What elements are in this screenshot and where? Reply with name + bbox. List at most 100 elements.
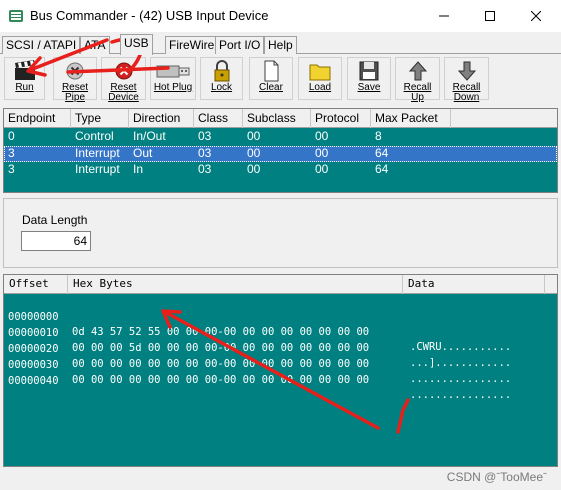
cell-class: 03	[198, 129, 212, 143]
table-row[interactable]: 0 Control In/Out 03 00 00 8	[4, 129, 557, 145]
cell-max-packet: 64	[375, 146, 389, 160]
recall-up-label: Recall Up	[403, 82, 432, 103]
cell-class: 03	[198, 162, 212, 176]
window-title: Bus Commander - (42) USB Input Device	[30, 8, 269, 23]
reset-device-icon	[115, 62, 132, 80]
col-data[interactable]: Data	[403, 275, 545, 294]
hex-ascii: ...]............	[410, 357, 512, 369]
minimize-button[interactable]	[421, 0, 467, 32]
hex-bytes: 00 00 00 00 00 00 00 00-00 00 00 00 00 0…	[72, 374, 370, 386]
cell-direction: Out	[133, 146, 153, 160]
save-label: Save	[357, 82, 381, 93]
tab-firewire[interactable]: FireWire	[165, 36, 219, 54]
cell-class: 03	[198, 146, 212, 160]
load-button[interactable]: Load	[298, 57, 342, 100]
col-subclass[interactable]: Subclass	[243, 109, 311, 128]
hex-dump-view[interactable]: Offset Hex Bytes Data 00000000 0d 43 57 …	[3, 274, 558, 467]
usb-plug-icon	[156, 65, 190, 78]
floppy-disk-icon	[359, 61, 379, 81]
hex-bytes: 0d 43 57 52 55 00 00 00-00 00 00 00 00 0…	[72, 326, 370, 338]
close-button[interactable]	[513, 0, 559, 32]
hex-ascii: ................	[410, 373, 512, 385]
table-row[interactable]: 3 Interrupt In 03 00 00 64	[4, 162, 557, 178]
cell-max-packet: 64	[375, 162, 389, 176]
load-label: Load	[308, 82, 332, 93]
col-protocol[interactable]: Protocol	[311, 109, 371, 128]
hot-plug-label: Hot Plug	[153, 82, 193, 93]
clear-button[interactable]: Clear	[249, 57, 293, 100]
reset-pipe-button[interactable]: Reset Pipe	[53, 57, 97, 103]
clear-label: Clear	[259, 82, 283, 93]
data-length-panel: Data Length 64	[3, 198, 558, 268]
hex-bytes: 00 00 00 00 00 00 00 00-00 00 00 00 00 0…	[72, 358, 370, 370]
cell-max-packet: 8	[375, 129, 382, 143]
status-bar: CSDN @ˉTooMeeˉ	[0, 468, 561, 490]
lock-label: Lock	[210, 82, 233, 93]
col-offset[interactable]: Offset	[4, 275, 68, 294]
col-class[interactable]: Class	[194, 109, 243, 128]
lock-button[interactable]: Lock	[200, 57, 243, 100]
recall-up-button[interactable]: Recall Up	[395, 57, 440, 103]
reset-pipe-label: Reset Pipe	[61, 82, 89, 103]
col-hex-bytes[interactable]: Hex Bytes	[68, 275, 403, 294]
cell-subclass: 00	[247, 146, 261, 160]
arrow-down-icon	[457, 61, 476, 81]
cell-subclass: 00	[247, 162, 261, 176]
blank-page-icon	[264, 60, 279, 82]
padlock-icon	[214, 60, 229, 82]
cell-direction: In	[133, 162, 144, 176]
recall-down-button[interactable]: Recall Down	[444, 57, 489, 103]
hot-plug-button[interactable]: Hot Plug	[150, 57, 196, 100]
cell-subclass: 00	[247, 129, 261, 143]
endpoint-table-header: Endpoint Type Direction Class Subclass P…	[4, 109, 557, 128]
watermark-text: CSDN @ˉTooMeeˉ	[446, 470, 547, 484]
maximize-icon	[485, 11, 495, 21]
hex-line: 00000030 00 00 00 00 00 00 00 00-00 00 0…	[8, 343, 511, 401]
app-icon	[9, 10, 23, 22]
hex-dump-header: Offset Hex Bytes Data	[4, 275, 557, 294]
hex-line: 00000040	[8, 359, 59, 387]
clapperboard-icon	[14, 60, 35, 80]
tab-usb[interactable]: USB	[120, 34, 153, 55]
cell-endpoint: 3	[8, 146, 15, 160]
col-endpoint[interactable]: Endpoint	[4, 109, 71, 128]
data-length-field[interactable]: 64	[21, 231, 91, 251]
minimize-icon	[439, 15, 449, 17]
col-direction[interactable]: Direction	[129, 109, 194, 128]
cell-type: Interrupt	[75, 146, 120, 160]
maximize-button[interactable]	[467, 0, 513, 32]
col-type[interactable]: Type	[71, 109, 129, 128]
tab-strip: SCSI / ATAPI ATA USB FireWire Port I/O H…	[0, 34, 561, 55]
close-icon	[531, 11, 541, 21]
cell-protocol: 00	[315, 146, 329, 160]
cell-direction: In/Out	[133, 129, 166, 143]
cell-type: Control	[75, 129, 114, 143]
hex-bytes: 00 00 00 5d 00 00 00 00-00 00 00 00 00 0…	[72, 342, 370, 354]
toolbar: Run Reset Pipe Reset Device Hot Plug Loc…	[0, 55, 561, 103]
reset-pipe-icon	[66, 62, 84, 80]
col-max-packet[interactable]: Max Packet	[371, 109, 451, 128]
cell-endpoint: 3	[8, 162, 15, 176]
save-button[interactable]: Save	[347, 57, 391, 100]
run-label: Run	[15, 82, 34, 93]
hex-ascii: .CWRU...........	[410, 341, 512, 353]
hex-offset: 00000040	[8, 375, 59, 387]
tab-scsi-atapi[interactable]: SCSI / ATAPI	[2, 36, 81, 54]
endpoint-table[interactable]: Endpoint Type Direction Class Subclass P…	[3, 108, 558, 193]
data-length-label: Data Length	[22, 213, 88, 227]
folder-icon	[309, 64, 331, 81]
reset-device-label: Reset Device	[108, 82, 139, 103]
hex-line: 00000010 00 00 00 5d 00 00 00 00-00 00 0…	[8, 311, 511, 369]
arrow-up-icon	[408, 61, 427, 81]
cell-endpoint: 0	[8, 129, 15, 143]
tab-port-io[interactable]: Port I/O	[215, 36, 265, 54]
cell-protocol: 00	[315, 162, 329, 176]
reset-device-button[interactable]: Reset Device	[101, 57, 146, 103]
table-row-selected[interactable]: 3 Interrupt Out 03 00 00 64	[4, 146, 557, 162]
cell-type: Interrupt	[75, 162, 120, 176]
recall-down-label: Recall Down	[452, 82, 481, 103]
tab-help[interactable]: Help	[264, 36, 297, 54]
hex-line: 00000000 0d 43 57 52 55 00 00 00-00 00 0…	[8, 295, 511, 353]
run-button[interactable]: Run	[4, 57, 45, 100]
tab-ata[interactable]: ATA	[80, 36, 110, 54]
